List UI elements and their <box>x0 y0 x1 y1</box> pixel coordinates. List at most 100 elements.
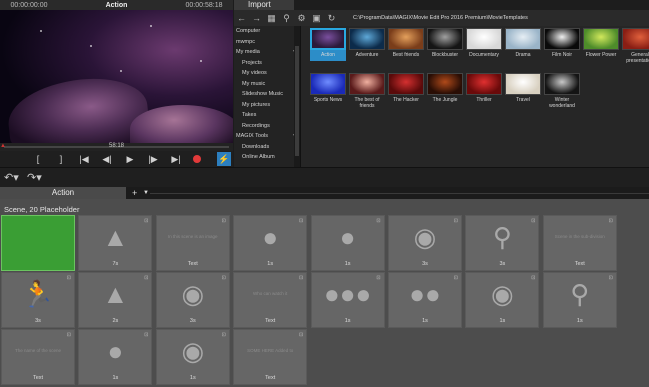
search-icon[interactable]: ⚲ <box>279 13 294 24</box>
tree-item[interactable]: My media▾ <box>234 47 300 58</box>
layout-icon[interactable]: ▣ <box>309 13 324 24</box>
storyboard-clip[interactable]: ⊡ ●● 1s <box>388 272 462 328</box>
template-thumbnail[interactable] <box>583 28 619 50</box>
storyboard-clip[interactable]: ⊡ ◉ 3s <box>155 272 230 328</box>
template-thumbnail[interactable] <box>505 28 541 50</box>
redo-icon[interactable]: ↷▾ <box>27 171 42 184</box>
template-thumbnail[interactable] <box>310 28 346 50</box>
tree-item-label: Downloads <box>242 143 270 150</box>
template-thumbnail[interactable] <box>388 28 424 50</box>
refresh-icon[interactable]: ↻ <box>324 13 339 24</box>
clip-options-icon[interactable]: ⊡ <box>222 218 226 224</box>
clip-options-icon[interactable]: ⊡ <box>299 332 303 338</box>
template-thumbnail[interactable] <box>622 28 649 50</box>
tree-item[interactable]: Takes <box>234 110 300 121</box>
mark-in-button[interactable]: [ <box>32 154 44 164</box>
tab-action[interactable]: Action <box>0 187 126 199</box>
storyboard-clip[interactable]: ⊡ Who can watch it Text <box>233 272 308 328</box>
jump-end-button[interactable]: ▶| <box>170 154 182 165</box>
template-tile[interactable]: The best of friends <box>349 73 385 109</box>
template-tile[interactable]: The Hacker <box>388 73 424 104</box>
storyboard-clip[interactable]: ⊡ ● 1s <box>310 215 385 271</box>
record-button[interactable] <box>193 155 201 163</box>
template-tile[interactable]: Travel <box>505 73 541 104</box>
tree-item[interactable]: Recordings <box>234 121 300 132</box>
template-tile[interactable]: Film Noir <box>544 28 580 59</box>
template-thumbnail[interactable] <box>427 73 463 95</box>
tab-menu-arrow-icon[interactable]: ▼ <box>143 187 149 199</box>
storyboard-clip[interactable]: ⊡ Scene in the sub-division Text <box>542 215 617 271</box>
template-thumbnail[interactable] <box>388 73 424 95</box>
template-tile[interactable]: Winter wonderland <box>544 73 580 109</box>
storyboard-clip[interactable]: ⊡ ◉ 1s <box>465 272 540 328</box>
undo-icon[interactable]: ↶▾ <box>4 171 19 184</box>
template-tile[interactable]: Adventure <box>349 28 385 59</box>
video-preview[interactable] <box>0 10 233 143</box>
template-thumbnail[interactable] <box>427 28 463 50</box>
template-thumbnail[interactable] <box>349 73 385 95</box>
template-thumbnail[interactable] <box>505 73 541 95</box>
template-tile[interactable]: Sports News <box>310 73 346 104</box>
clip-options-icon[interactable]: ⊡ <box>609 218 613 224</box>
tree-scrollbar[interactable] <box>294 26 300 167</box>
template-thumbnail[interactable] <box>544 28 580 50</box>
tree-item[interactable]: Slideshow Music <box>234 89 300 100</box>
tree-item[interactable]: Projects <box>234 58 300 69</box>
storyboard-clip[interactable]: ⊡ ◉ 3s <box>388 215 462 271</box>
storyboard-clip[interactable]: ⊡ The name of the scene Text <box>1 329 75 385</box>
tree-item[interactable]: My videos <box>234 68 300 79</box>
play-button[interactable]: ▶ <box>124 154 136 165</box>
scene-caption: Scene, 20 Placeholder <box>4 205 80 214</box>
template-thumbnail[interactable] <box>544 73 580 95</box>
grid-view-icon[interactable]: ▦ <box>264 13 279 24</box>
next-frame-button[interactable]: |▶ <box>147 154 159 165</box>
storyboard-clip[interactable]: ⊡ ⚲ 1s <box>542 272 617 328</box>
tree-item[interactable]: MAGIX Tools▾ <box>234 131 300 142</box>
storyboard-clip[interactable]: ⊡ ◉ 1s <box>155 329 230 385</box>
clip-duration: Text <box>574 261 585 267</box>
template-tile[interactable]: Flower Power <box>583 28 619 59</box>
template-thumbnail[interactable] <box>310 73 346 95</box>
storyboard-clip[interactable]: ⊡ ●●● 1s <box>310 272 385 328</box>
template-tile[interactable]: General presentation <box>622 28 649 64</box>
template-tile[interactable]: Drama <box>505 28 541 59</box>
tree-item[interactable]: mwmpc <box>234 37 300 48</box>
storyboard-clip[interactable]: ⊡ ● 1s <box>233 215 308 271</box>
storyboard-clip[interactable]: ⊡ ▲ 2s <box>78 272 153 328</box>
template-tile[interactable]: Thriller <box>466 73 502 104</box>
add-tab-icon[interactable]: + <box>132 187 137 199</box>
tab-import[interactable]: Import <box>234 0 294 10</box>
forward-arrow-icon[interactable]: → <box>249 13 264 23</box>
tree-item[interactable]: Computer <box>234 26 300 37</box>
tree-item-label: Projects <box>242 59 262 66</box>
settings-gear-icon[interactable]: ⚙ <box>294 13 309 24</box>
flash-icon[interactable]: ⚡ <box>217 152 231 166</box>
back-arrow-icon[interactable]: ← <box>234 13 249 23</box>
scrollbar-thumb[interactable] <box>295 46 299 156</box>
storyboard-clip[interactable]: ⊡ SOME HERE Added to Text <box>233 329 308 385</box>
storyboard-clip[interactable]: ⊡ In this scene is an image Text <box>155 215 230 271</box>
tree-item[interactable]: Downloads <box>234 142 300 153</box>
jump-start-button[interactable]: |◀ <box>78 154 90 165</box>
template-thumbnail[interactable] <box>466 73 502 95</box>
template-tile[interactable]: Documentary <box>466 28 502 59</box>
storyboard-clip[interactable]: ⊡ ▲ 7s <box>78 215 153 271</box>
template-thumbnail[interactable] <box>349 28 385 50</box>
clip-options-icon[interactable]: ⊡ <box>299 275 303 281</box>
mark-out-button[interactable]: ] <box>55 154 67 164</box>
scrub-bar[interactable]: ▲ 58:18 <box>0 143 233 151</box>
template-tile[interactable]: Blockbuster <box>427 28 463 59</box>
storyboard-clip[interactable]: ⊡ 🏃 3s <box>1 272 75 328</box>
template-tile[interactable]: Best friends <box>388 28 424 59</box>
tree-item[interactable]: My pictures <box>234 100 300 111</box>
clip-options-icon[interactable]: ⊡ <box>67 332 71 338</box>
tree-item[interactable]: Online Album <box>234 152 300 163</box>
template-tile[interactable]: The Jungle <box>427 73 463 104</box>
template-thumbnail[interactable] <box>466 28 502 50</box>
tree-item[interactable]: My music <box>234 79 300 90</box>
storyboard-clip[interactable]: ⊡ ● 1s <box>78 329 153 385</box>
template-tile[interactable]: Action <box>310 28 346 61</box>
storyboard-clip[interactable] <box>1 215 75 271</box>
prev-frame-button[interactable]: ◀| <box>101 154 113 165</box>
storyboard-clip[interactable]: ⊡ ⚲ 3s <box>465 215 540 271</box>
